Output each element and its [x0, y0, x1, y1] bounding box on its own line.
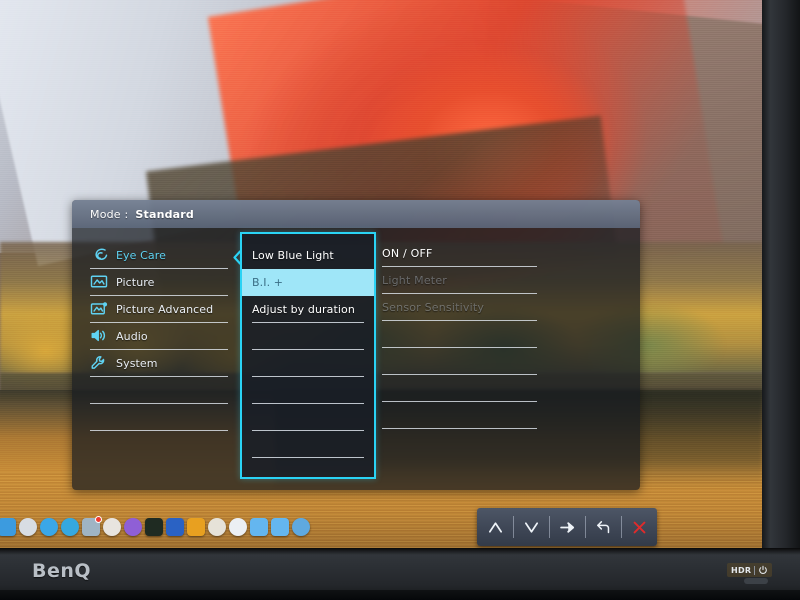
hdr-label: HDR	[731, 565, 752, 575]
osd-category-picture-advanced[interactable]: Picture Advanced	[90, 296, 228, 323]
back-arrow-icon	[596, 520, 609, 533]
finder-icon[interactable]	[0, 518, 16, 536]
osd-category-system[interactable]: System	[90, 350, 228, 377]
word-icon[interactable]	[166, 518, 184, 536]
eye-care-icon	[90, 247, 108, 263]
osd-category-label: System	[116, 356, 158, 370]
mail-icon[interactable]	[82, 516, 102, 536]
osd-key-back[interactable]	[585, 508, 621, 546]
osd-category-label: Eye Care	[116, 248, 166, 262]
folder-blue-a-icon[interactable]	[250, 518, 268, 536]
telegram-icon[interactable]	[61, 518, 79, 536]
osd-suboption-empty-row	[382, 348, 537, 375]
picture-advanced-icon	[90, 301, 108, 317]
unread-badge	[95, 516, 102, 523]
osd-item-column: Low Blue Light B.I. + Adjust by duration	[240, 232, 376, 479]
folder-blue-b-icon[interactable]	[271, 518, 289, 536]
osd-item-empty-row	[252, 431, 364, 458]
osd-suboption-empty-row	[382, 321, 537, 348]
osd-category-label: Picture Advanced	[116, 302, 214, 316]
chrome-icon[interactable]	[103, 518, 121, 536]
osd-key-exit[interactable]	[621, 508, 657, 546]
mode-label: Mode :	[90, 207, 129, 221]
safari-icon[interactable]	[40, 518, 58, 536]
osd-category-eye-care[interactable]: Eye Care	[90, 242, 228, 269]
osd-item-adjust-by-duration[interactable]: Adjust by duration	[252, 296, 364, 323]
mode-value: Standard	[135, 207, 195, 221]
osd-suboption-column: ON / OFF Light Meter Sensor Sensitivity	[382, 240, 537, 429]
osd-item-label: Adjust by duration	[252, 302, 355, 316]
osd-item-label: B.I. +	[252, 276, 284, 289]
bezel-shadow	[0, 548, 800, 555]
osd-suboption-sensor-sensitivity: Sensor Sensitivity	[382, 294, 537, 321]
osd-suboption-empty-row	[382, 402, 537, 429]
osd-category-picture[interactable]: Picture	[90, 269, 228, 296]
osd-item-low-blue-light[interactable]: Low Blue Light	[252, 242, 364, 269]
osd-item-empty-row	[252, 350, 364, 377]
empty-icon	[90, 382, 108, 398]
osd-item-b-i[interactable]: B.I. +	[242, 269, 374, 296]
steam-icon[interactable]	[124, 518, 142, 536]
osd-key-up[interactable]	[477, 508, 513, 546]
monitor-photo: Mode : Standard Eye Care Picture Picture A…	[0, 0, 800, 600]
macos-dock[interactable]	[0, 515, 314, 539]
osd-item-empty-row	[252, 323, 364, 350]
osd-item-empty-row	[252, 404, 364, 431]
hdr-power-badge[interactable]: HDR	[727, 563, 773, 577]
osd-key-bar[interactable]	[477, 508, 657, 546]
launchpad-icon[interactable]	[19, 518, 37, 536]
monitor-foot-edge	[0, 590, 800, 600]
power-icon	[759, 565, 768, 574]
osd-suboption-label: Light Meter	[382, 273, 448, 287]
osd-suboption-empty-row	[382, 375, 537, 402]
osd-suboption-on-off[interactable]: ON / OFF	[382, 240, 537, 267]
osd-body: Eye Care Picture Picture Advanced Audio Syst…	[72, 228, 640, 490]
osd-category-label: Picture	[116, 275, 155, 289]
terminal-icon[interactable]	[145, 518, 163, 536]
bezel-joystick-notch[interactable]	[744, 578, 768, 584]
osd-category-empty-row	[90, 404, 228, 431]
audio-icon	[90, 328, 108, 344]
osd-category-empty-row	[90, 377, 228, 404]
osd-suboption-label: ON / OFF	[382, 246, 433, 260]
benq-logo: BenQ	[32, 560, 92, 582]
badge-divider	[754, 565, 756, 575]
appstore-icon[interactable]	[229, 518, 247, 536]
osd-menu: Mode : Standard Eye Care Picture Picture A…	[72, 200, 640, 490]
osd-suboption-label: Sensor Sensitivity	[382, 300, 485, 314]
osd-item-label: Low Blue Light	[252, 249, 334, 262]
osd-item-empty-row	[252, 377, 364, 404]
monitor-right-bezel	[762, 0, 800, 556]
sublime-icon[interactable]	[187, 518, 205, 536]
system-icon	[90, 355, 108, 371]
osd-suboption-light-meter: Light Meter	[382, 267, 537, 294]
skype-icon[interactable]	[208, 518, 226, 536]
selection-caret-icon	[232, 250, 243, 265]
down-arrow-icon	[524, 521, 538, 533]
monitor-screen: Mode : Standard Eye Care Picture Picture A…	[0, 0, 763, 549]
trash-icon[interactable]	[292, 518, 310, 536]
osd-category-column: Eye Care Picture Picture Advanced Audio Syst…	[72, 228, 242, 490]
empty-icon	[90, 409, 108, 425]
osd-category-audio[interactable]: Audio	[90, 323, 228, 350]
enter-arrow-icon	[559, 521, 574, 533]
osd-key-enter[interactable]	[549, 508, 585, 546]
up-arrow-icon	[488, 521, 502, 533]
picture-icon	[90, 274, 108, 290]
osd-key-down[interactable]	[513, 508, 549, 546]
exit-close-icon	[633, 521, 645, 533]
osd-header: Mode : Standard	[72, 200, 640, 228]
osd-category-label: Audio	[116, 329, 148, 343]
